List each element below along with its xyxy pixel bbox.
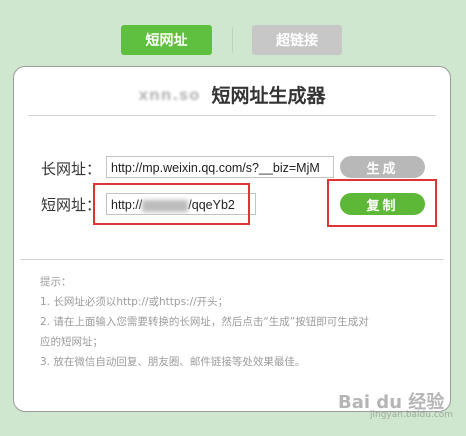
card-header: xnn.so 短网址生成器 (14, 81, 450, 108)
generator-card: xnn.so 短网址生成器 长网址： http://mp.weixin.qq.c… (13, 66, 451, 412)
tab-separator (232, 27, 233, 53)
tip-item: 3. 放在微信自动回复、朋友圈、邮件链接等处效果最佳。 (40, 356, 306, 368)
section-divider (21, 259, 443, 260)
title-divider (28, 115, 436, 116)
tip-item: 应的短网址； (40, 336, 103, 348)
tip-item: 1. 长网址必须以http://或https://开头； (40, 296, 229, 308)
long-url-label: 长网址： (41, 160, 102, 178)
tab-hyperlink[interactable]: 超链接 (252, 25, 342, 55)
short-url-label: 短网址： (41, 196, 102, 214)
tips-heading: 提示： (40, 276, 72, 288)
site-logo: xnn.so (138, 85, 201, 104)
generate-button[interactable]: 生成 (340, 156, 425, 178)
highlight-box-copy (327, 179, 437, 227)
baidu-watermark-url: jingyan.baidu.com (370, 410, 454, 420)
tab-short-url[interactable]: 短网址 (121, 25, 212, 55)
page-title: 短网址生成器 (211, 85, 326, 107)
highlight-box-short-url (93, 183, 250, 225)
long-url-input[interactable]: http://mp.weixin.qq.com/s?__biz=MjM (106, 156, 334, 178)
tip-item: 2. 请在上面输入您需要转换的长网址，然后点击“生成”按钮即可生成对 (40, 316, 369, 328)
tips-section: 提示： 1. 长网址必须以http://或https://开头； 2. 请在上面… (40, 272, 440, 372)
